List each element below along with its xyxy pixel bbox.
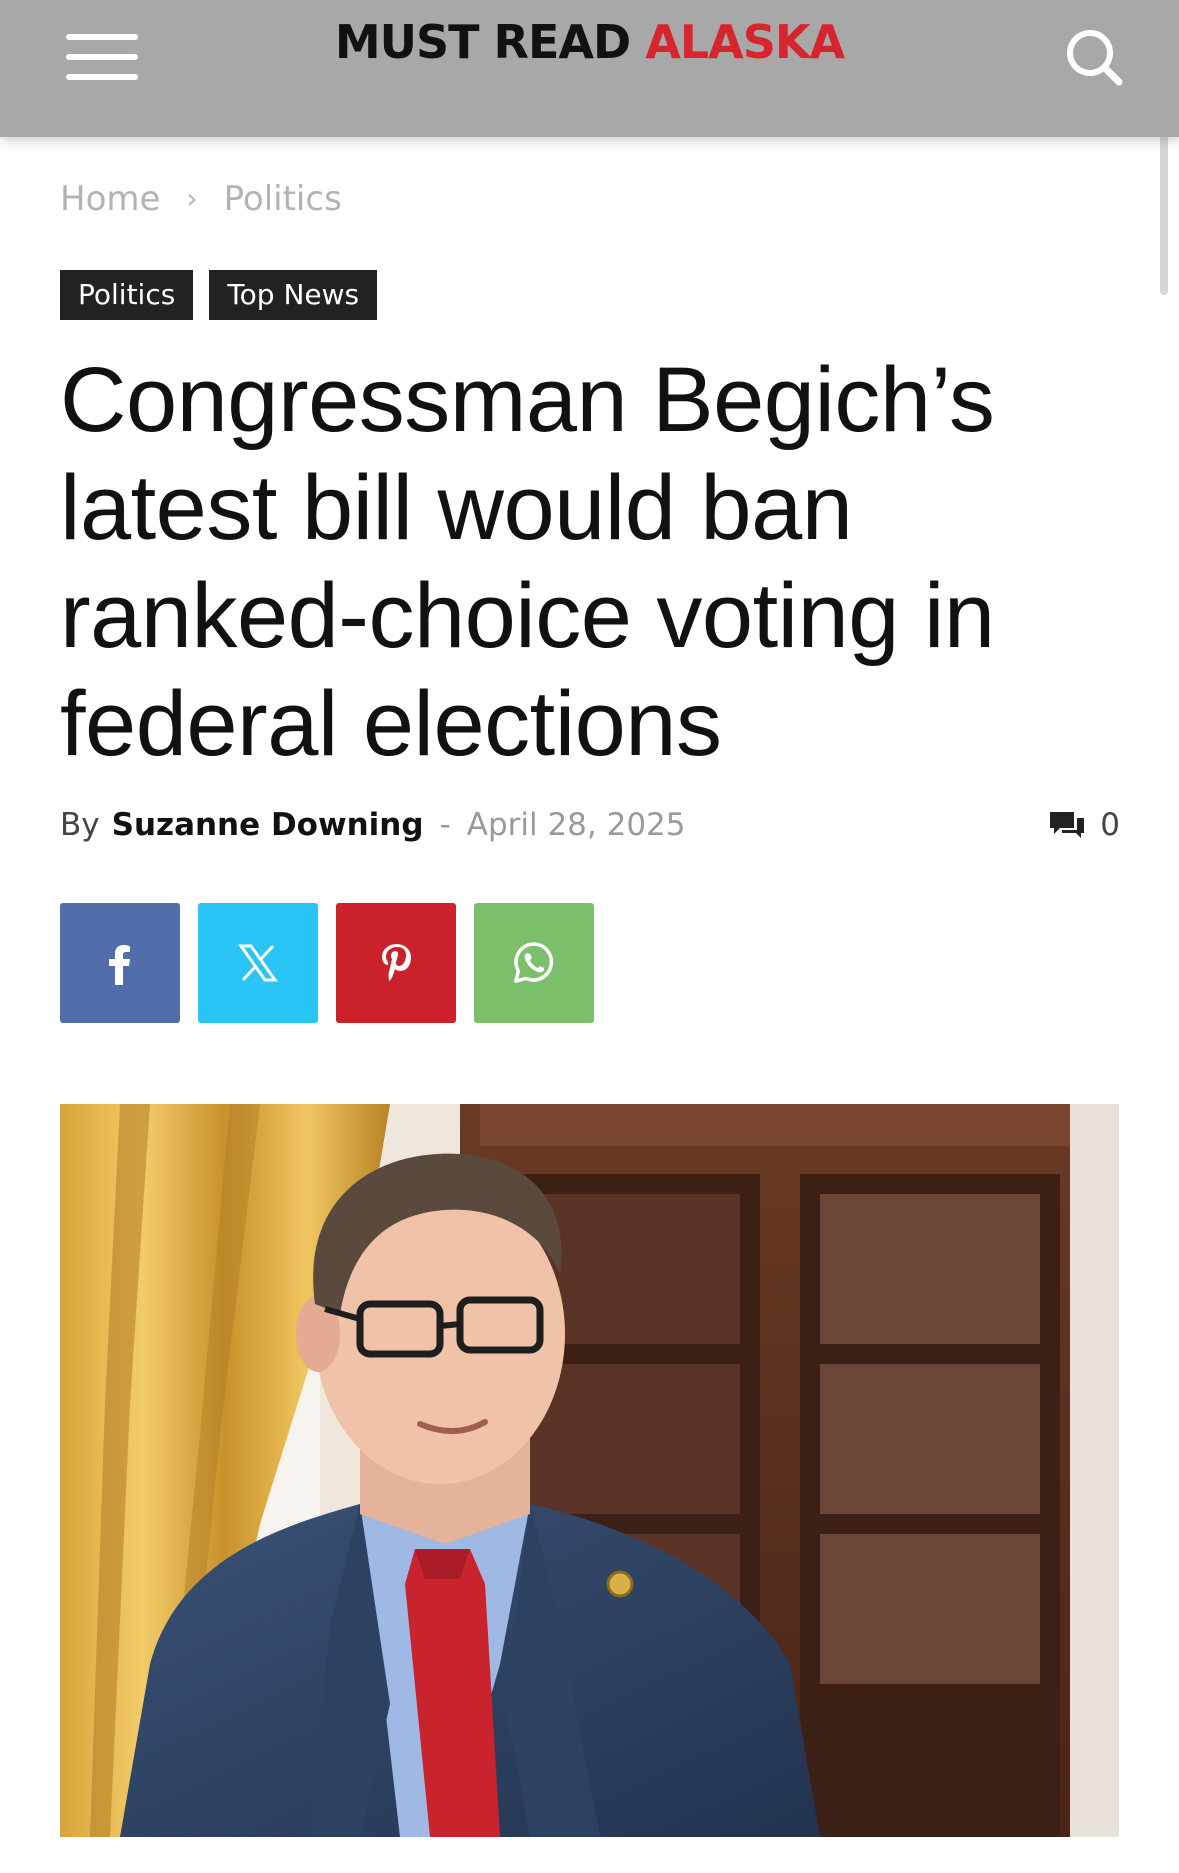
author-link[interactable]: Suzanne Downing <box>112 807 424 843</box>
facebook-share-button[interactable] <box>60 903 180 1023</box>
tag-top-news[interactable]: Top News <box>209 270 378 320</box>
whatsapp-share-button[interactable] <box>474 903 594 1023</box>
featured-photo-illustration <box>60 1104 1119 1837</box>
publish-date: April 28, 2025 <box>466 807 686 843</box>
breadcrumb-home-link[interactable]: Home <box>60 176 160 222</box>
share-buttons <box>60 903 594 1023</box>
comment-count: 0 <box>1100 807 1120 843</box>
whatsapp-icon <box>514 942 554 983</box>
comment-icon <box>1050 812 1085 838</box>
breadcrumb-separator: › <box>186 182 198 215</box>
article-meta: By Suzanne Downing - April 28, 2025 0 <box>60 803 1120 847</box>
x-share-button[interactable] <box>198 903 318 1023</box>
comments-link[interactable]: 0 <box>1048 803 1120 847</box>
byline-label: By <box>60 807 100 843</box>
logo-text-alaska: ALASKA <box>645 15 845 69</box>
pinterest-share-button[interactable] <box>336 903 456 1023</box>
search-icon[interactable] <box>1063 26 1125 88</box>
logo-text-must-read: MUST READ <box>334 15 631 69</box>
featured-image[interactable] <box>60 1104 1119 1837</box>
meta-separator: - <box>439 807 451 843</box>
breadcrumb-politics-link[interactable]: Politics <box>224 176 342 222</box>
tag-politics[interactable]: Politics <box>60 270 194 320</box>
pinterest-icon <box>382 944 411 981</box>
category-tags: Politics Top News <box>60 270 378 320</box>
site-logo[interactable]: MUST READ ALASKA <box>0 14 1179 70</box>
article-title: Congressman Begich’s latest bill would b… <box>60 349 995 775</box>
site-header: MUST READ ALASKA <box>0 0 1179 137</box>
x-icon <box>238 944 278 982</box>
breadcrumb: Home › Politics <box>60 176 342 222</box>
facebook-icon <box>109 945 130 985</box>
